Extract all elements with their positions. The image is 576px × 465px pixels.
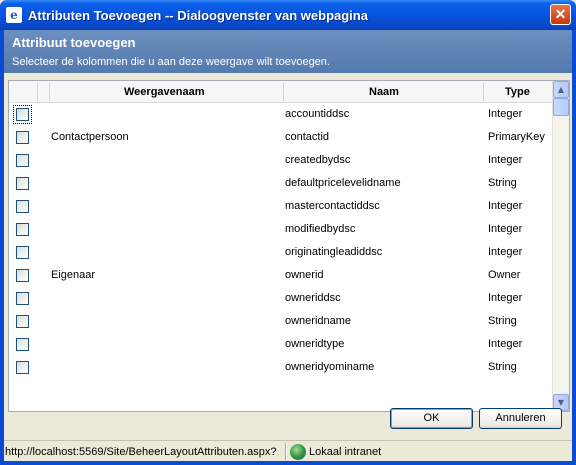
row-type: String <box>488 315 517 327</box>
table-row[interactable]: owneriddsc Integer <box>9 287 554 310</box>
window-title: Attributen Toevoegen -- Dialoogvenster v… <box>28 8 368 23</box>
column-header-display[interactable]: Weergavenaam <box>124 86 205 98</box>
row-type: Integer <box>488 223 523 235</box>
row-type: PrimaryKey <box>488 131 545 143</box>
scroll-up-button[interactable]: ▲ <box>553 81 569 98</box>
title-bar[interactable]: e Attributen Toevoegen -- Dialoogvenster… <box>0 0 576 30</box>
table-row[interactable]: defaultpricelevelidname String <box>9 172 554 195</box>
row-checkbox[interactable] <box>16 338 29 351</box>
table-row[interactable]: createdbydsc Integer <box>9 149 554 172</box>
row-checkbox[interactable] <box>16 246 29 259</box>
row-checkbox[interactable] <box>16 292 29 305</box>
column-separator <box>283 83 284 101</box>
row-name: ownerid <box>285 269 324 281</box>
grid-header: Weergavenaam Naam Type <box>9 81 554 103</box>
row-checkbox[interactable] <box>16 108 29 121</box>
status-bar: http://localhost:5569/Site/BeheerLayoutA… <box>4 440 572 461</box>
table-row[interactable]: accountiddsc Integer <box>9 103 554 126</box>
row-type: Integer <box>488 200 523 212</box>
header-title: Attribuut toevoegen <box>12 35 136 50</box>
dialog-header: Attribuut toevoegen Selecteer de kolomme… <box>4 30 572 73</box>
table-row[interactable]: modifiedbydsc Integer <box>9 218 554 241</box>
column-header-type[interactable]: Type <box>505 86 530 98</box>
column-separator <box>49 83 50 101</box>
column-separator <box>37 83 38 101</box>
row-name: modifiedbydsc <box>285 223 356 235</box>
security-zone-label: Lokaal intranet <box>309 446 382 458</box>
column-separator <box>483 83 484 101</box>
row-type: String <box>488 361 517 373</box>
row-type: Integer <box>488 246 523 258</box>
row-name: createdbydsc <box>285 154 351 166</box>
vertical-scrollbar[interactable]: ▲ ▼ <box>552 81 569 411</box>
row-checkbox[interactable] <box>16 269 29 282</box>
row-checkbox[interactable] <box>16 361 29 374</box>
row-type: Integer <box>488 108 523 120</box>
row-type: String <box>488 177 517 189</box>
globe-icon <box>290 444 306 460</box>
status-separator <box>285 443 287 460</box>
table-row[interactable]: Contactpersoon contactid PrimaryKey <box>9 126 554 149</box>
row-name: owneriddsc <box>285 292 341 304</box>
row-name: owneridname <box>285 315 352 327</box>
row-name: owneridtype <box>285 338 345 350</box>
grid-rows: accountiddsc Integer Contactpersoon cont… <box>9 103 554 379</box>
ok-button[interactable]: OK <box>390 408 473 429</box>
dialog-window: e Attributen Toevoegen -- Dialoogvenster… <box>0 0 576 465</box>
row-type: Integer <box>488 154 523 166</box>
dialog-client-area: Attribuut toevoegen Selecteer de kolomme… <box>4 30 572 461</box>
close-button[interactable]: ✕ <box>550 4 571 25</box>
table-row[interactable]: originatingleadiddsc Integer <box>9 241 554 264</box>
table-row[interactable]: Eigenaar ownerid Owner <box>9 264 554 287</box>
row-name: owneridyominame <box>285 361 375 373</box>
row-checkbox[interactable] <box>16 315 29 328</box>
row-name: mastercontactiddsc <box>285 200 380 212</box>
row-name: originatingleadiddsc <box>285 246 383 258</box>
table-row[interactable]: mastercontactiddsc Integer <box>9 195 554 218</box>
row-checkbox[interactable] <box>16 154 29 167</box>
scroll-thumb[interactable] <box>553 98 569 116</box>
row-type: Integer <box>488 338 523 350</box>
row-name: contactid <box>285 131 330 143</box>
status-url: http://localhost:5569/Site/BeheerLayoutA… <box>5 446 277 458</box>
row-checkbox[interactable] <box>16 223 29 236</box>
table-row[interactable]: owneridtype Integer <box>9 333 554 356</box>
attribute-grid: Weergavenaam Naam Type accountiddsc Inte… <box>8 80 570 412</box>
row-type: Owner <box>488 269 521 281</box>
row-name: defaultpricelevelidname <box>285 177 401 189</box>
row-checkbox[interactable] <box>16 131 29 144</box>
column-header-name[interactable]: Naam <box>369 86 399 98</box>
table-row[interactable]: owneridyominame String <box>9 356 554 379</box>
ie-icon: e <box>6 7 22 23</box>
header-subtitle: Selecteer de kolommen die u aan deze wee… <box>12 56 330 68</box>
cancel-button[interactable]: Annuleren <box>479 408 562 429</box>
table-row[interactable]: owneridname String <box>9 310 554 333</box>
row-name: accountiddsc <box>285 108 350 120</box>
row-display-name: Eigenaar <box>51 269 96 281</box>
row-checkbox[interactable] <box>16 177 29 190</box>
row-type: Integer <box>488 292 523 304</box>
row-display-name: Contactpersoon <box>51 131 129 143</box>
row-checkbox[interactable] <box>16 200 29 213</box>
